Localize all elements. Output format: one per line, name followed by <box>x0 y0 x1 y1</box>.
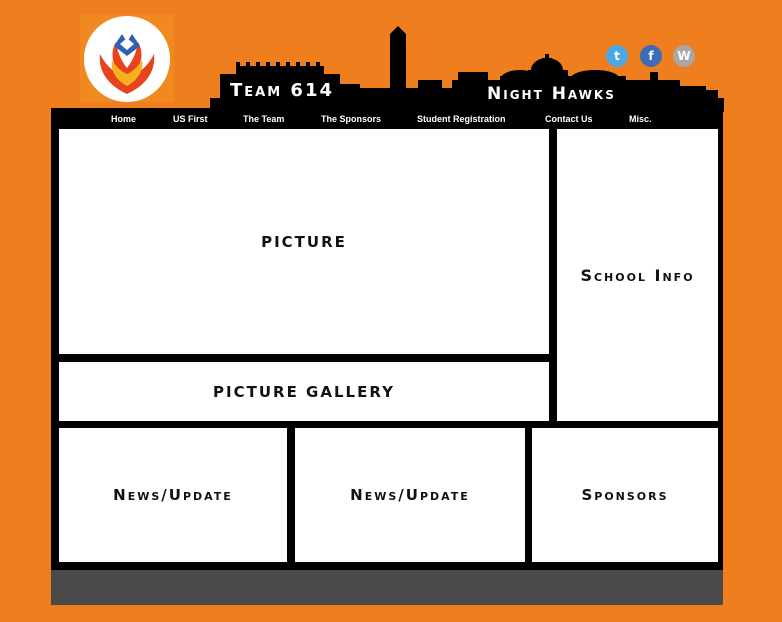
nav-student-registration[interactable]: Student Registration <box>417 114 506 124</box>
sponsors-label: Sponsors <box>581 486 669 504</box>
twitter-icon[interactable]: t <box>606 45 628 67</box>
picture-gallery-panel[interactable]: PICTURE GALLERY <box>59 362 549 421</box>
nav-the-sponsors[interactable]: The Sponsors <box>321 114 381 124</box>
school-info-label: School Info <box>580 265 695 285</box>
news-update-label-2: News/Update <box>350 486 470 504</box>
city-skyline <box>210 26 724 112</box>
wordpress-icon[interactable]: W <box>673 45 695 67</box>
facebook-icon[interactable]: f <box>640 45 662 67</box>
nav-us-first[interactable]: US First <box>173 114 208 124</box>
school-info-panel[interactable]: School Info <box>557 129 718 421</box>
main-nav: Home US First The Team The Sponsors Stud… <box>51 112 723 128</box>
news-update-label-1: News/Update <box>113 486 233 504</box>
picture-label: PICTURE <box>261 232 347 251</box>
picture-panel[interactable]: PICTURE <box>59 129 549 354</box>
nav-misc[interactable]: Misc. <box>629 114 652 124</box>
footer <box>51 570 723 605</box>
team-title: Team 614 <box>230 80 334 101</box>
nav-home[interactable]: Home <box>111 114 136 124</box>
news-update-panel-1[interactable]: News/Update <box>59 428 287 562</box>
nav-contact-us[interactable]: Contact Us <box>545 114 593 124</box>
main-frame: PICTURE PICTURE GALLERY School Info News… <box>51 108 723 570</box>
news-update-panel-2[interactable]: News/Update <box>295 428 525 562</box>
sponsors-panel[interactable]: Sponsors <box>532 428 718 562</box>
picture-gallery-label: PICTURE GALLERY <box>213 382 395 401</box>
nav-the-team[interactable]: The Team <box>243 114 284 124</box>
team-name: Night Hawks <box>487 84 616 104</box>
